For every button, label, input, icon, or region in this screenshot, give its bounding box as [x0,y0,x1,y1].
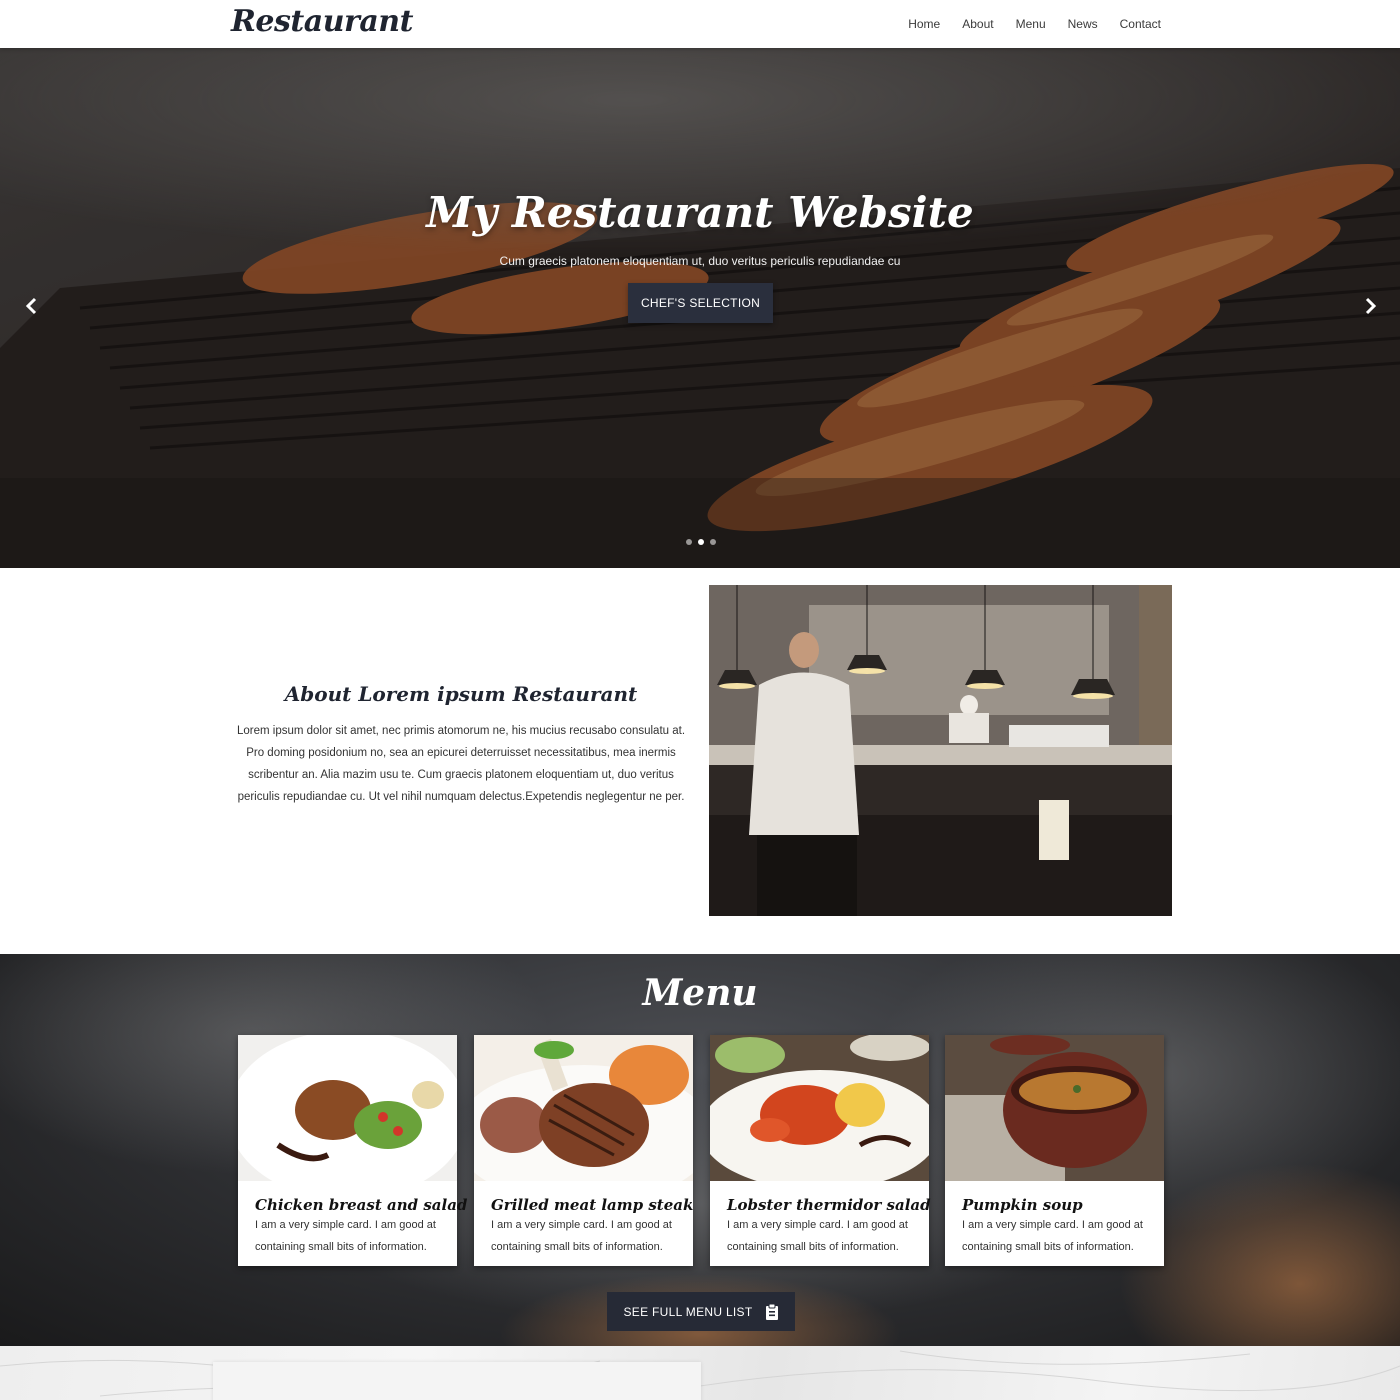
menu-card-image [700,1033,940,1190]
carousel-indicators [686,539,716,545]
nav-link-home[interactable]: Home [908,17,940,31]
about-title: About Lorem ipsum Restaurant [284,682,638,706]
carousel-dot-1[interactable] [686,539,692,545]
menu-card-steak[interactable]: Grilled meat lamp steak I am a very simp… [454,1035,714,1266]
chevron-right-icon[interactable] [1358,294,1382,318]
menu-card-title: Pumpkin soup [962,1196,1083,1214]
menu-card-text: I am a very simple card. I am good at co… [727,1219,908,1253]
carousel-dot-3[interactable] [710,539,716,545]
hero-title: My Restaurant Website [426,188,974,237]
carousel-dot-2[interactable] [698,539,704,545]
menu-card-lobster[interactable]: Lobster thermidor salad I am a very simp… [700,1033,940,1266]
menu-card-text: I am a very simple card. I am good at co… [255,1219,436,1253]
menu-card-text: I am a very simple card. I am good at co… [491,1219,672,1253]
clipboard-icon [765,1303,778,1320]
menu-card-image [228,1030,468,1200]
menu-card-image [454,1035,714,1205]
menu-card-title: Chicken breast and salad [255,1196,468,1214]
nav-link-about[interactable]: About [962,17,993,31]
hero-subtitle: Cum graecis platonem eloquentiam ut, duo… [499,254,901,268]
about-section: About Lorem ipsum Restaurant Lorem ipsum… [231,682,691,808]
see-full-menu-label: SEE FULL MENU LIST [623,1304,753,1319]
about-body: Lorem ipsum dolor sit amet, nec primis a… [236,725,686,803]
hero-carousel: My Restaurant Website Cum graecis platon… [0,48,1400,568]
nav-link-news[interactable]: News [1068,17,1098,31]
menu-card-soup[interactable]: Pumpkin soup I am a very simple card. I … [945,1035,1164,1266]
see-full-menu-button[interactable]: SEE FULL MENU LIST [607,1292,795,1331]
menu-card-chicken[interactable]: Chicken breast and salad I am a very sim… [228,1030,468,1266]
brand-logo[interactable]: Restaurant [231,4,413,39]
kitchen-image [709,585,1172,916]
nav-link-menu[interactable]: Menu [1016,17,1046,31]
chefs-selection-button[interactable]: CHEF'S SELECTION [628,283,773,323]
menu-card-title: Lobster thermidor salad [727,1196,931,1214]
marble-card [213,1362,701,1400]
menu-title: Menu [642,972,758,1014]
menu-section: Menu Chicken breast and salad I am a ver… [0,954,1400,1346]
navbar: Restaurant Home About Menu News Contact [0,0,1400,48]
menu-card-image [945,1035,1164,1181]
nav-links: Home About Menu News Contact [886,17,1161,31]
chevron-left-icon[interactable] [20,294,44,318]
menu-card-text: I am a very simple card. I am good at co… [962,1219,1143,1253]
marble-section [0,1346,1400,1400]
menu-card-title: Grilled meat lamp steak [491,1196,694,1214]
nav-link-contact[interactable]: Contact [1120,17,1161,31]
